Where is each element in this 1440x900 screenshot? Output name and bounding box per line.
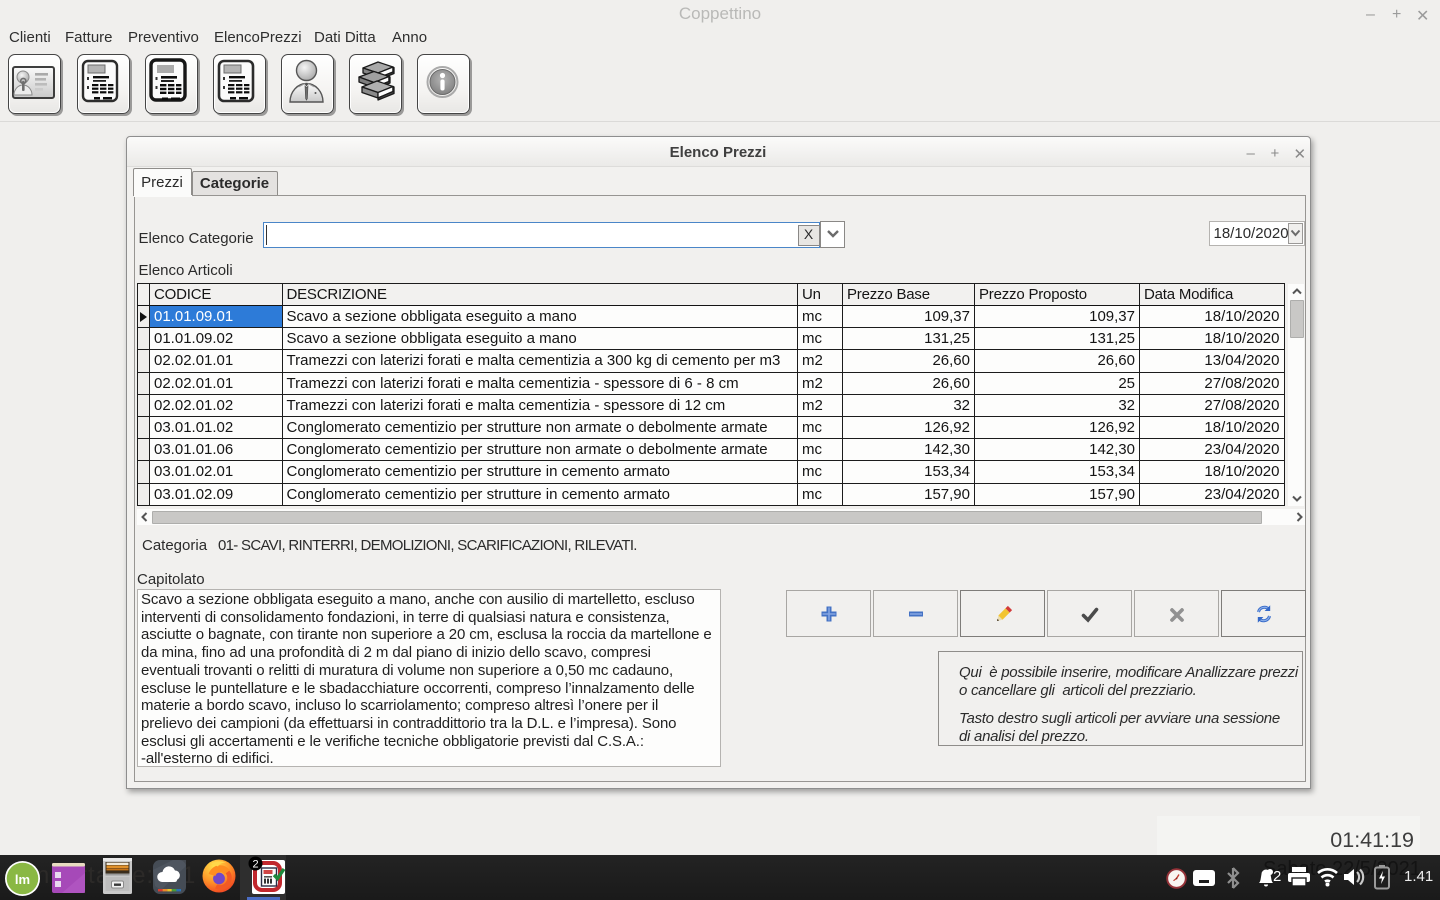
- svg-text:lm: lm: [15, 872, 30, 887]
- svg-text:2: 2: [252, 859, 258, 871]
